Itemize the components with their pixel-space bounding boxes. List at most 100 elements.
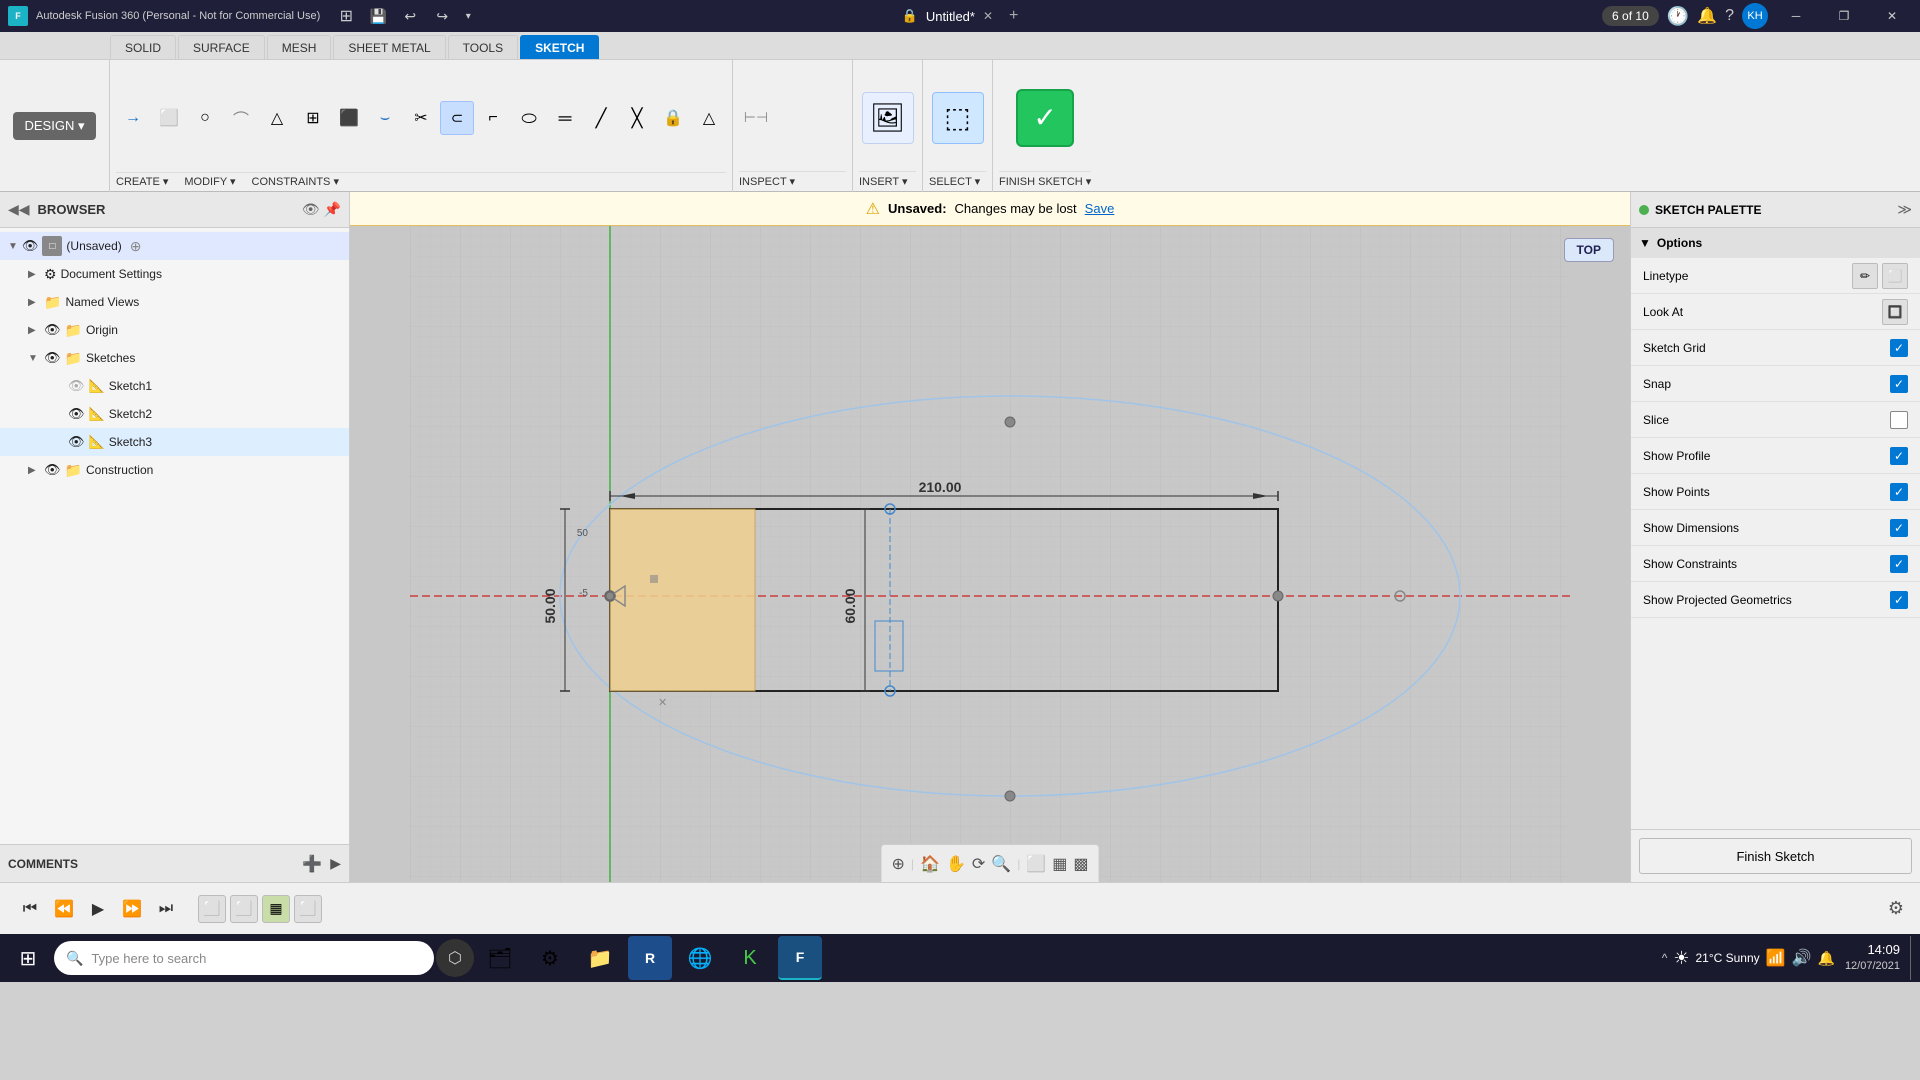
tree-item-sketches[interactable]: ▼ 👁 📁 Sketches: [0, 344, 349, 372]
cross-tool[interactable]: ⊞: [296, 101, 330, 135]
tab-tools[interactable]: TOOLS: [448, 35, 518, 59]
linetype-toggle-btn[interactable]: ⬜: [1882, 263, 1908, 289]
tree-item-sketch2[interactable]: 👁 📐 Sketch2: [0, 400, 349, 428]
sp-show-projected-checkbox[interactable]: ✓: [1890, 591, 1908, 609]
pan-btn[interactable]: ✋: [946, 854, 966, 874]
add-comment-btn[interactable]: ➕: [302, 854, 322, 874]
browser-pin-btn[interactable]: 📌: [324, 201, 341, 218]
notification-btn[interactable]: 🔔: [1697, 6, 1717, 26]
arc-tool[interactable]: ⌒: [224, 101, 258, 135]
clock-btn[interactable]: 🕐: [1667, 6, 1689, 27]
search-bar[interactable]: 🔍 Type here to search: [54, 941, 434, 975]
timeline-settings-btn[interactable]: ⚙: [1888, 898, 1904, 919]
rectangle-tool[interactable]: ⬜: [152, 101, 186, 135]
taskbar-app-chrome[interactable]: 🌐: [678, 936, 722, 980]
dimension-tool[interactable]: ⊢⊣: [739, 101, 773, 135]
taskbar-app-folder[interactable]: 📁: [578, 936, 622, 980]
sp-slice-checkbox[interactable]: [1890, 411, 1908, 429]
grid-btn[interactable]: ⊞: [332, 2, 360, 30]
select-dropdown[interactable]: SELECT ▾: [929, 175, 980, 188]
taskbar-app-file-explorer[interactable]: 🗂: [478, 936, 522, 980]
save-link-btn[interactable]: Save: [1085, 201, 1115, 216]
modify-dropdown[interactable]: MODIFY ▾: [184, 175, 235, 188]
tab-solid[interactable]: SOLID: [110, 35, 176, 59]
tl-icon-4[interactable]: ⬜: [294, 895, 322, 923]
line2-tool[interactable]: ╱: [584, 101, 618, 135]
design-button[interactable]: DESIGN ▾: [13, 112, 97, 140]
start-btn[interactable]: ⊞: [4, 934, 52, 982]
undo-btn[interactable]: ↩: [396, 2, 424, 30]
select-tool[interactable]: ⬚: [932, 92, 984, 144]
visual-style-btn[interactable]: ▩: [1073, 854, 1088, 874]
sp-show-profile-checkbox[interactable]: ✓: [1890, 447, 1908, 465]
linetype-edit-btn[interactable]: ✏: [1852, 263, 1878, 289]
create-dropdown[interactable]: CREATE ▾: [116, 175, 168, 188]
trim-tool[interactable]: ✂: [404, 101, 438, 135]
taskbar-app-rar[interactable]: R: [628, 936, 672, 980]
tree-item-sketch1[interactable]: 👁 📐 Sketch1: [0, 372, 349, 400]
counter-btn[interactable]: 6 of 10: [1602, 6, 1659, 26]
pivot-btn[interactable]: ⊕: [892, 854, 905, 874]
tab-surface[interactable]: SURFACE: [178, 35, 265, 59]
comments-expand-btn[interactable]: ▶: [330, 855, 341, 872]
cross2-tool[interactable]: ╳: [620, 101, 654, 135]
equal-tool[interactable]: ═: [548, 101, 582, 135]
tray-network-btn[interactable]: 📶: [1766, 948, 1786, 968]
tree-item-origin[interactable]: ▶ 👁 📁 Origin: [0, 316, 349, 344]
tree-item-doc-settings[interactable]: ▶ ⚙ Document Settings: [0, 260, 349, 288]
finish-sketch-ribbon-btn[interactable]: ✓: [1016, 89, 1074, 147]
pb-last-btn[interactable]: ⏭: [152, 895, 180, 923]
tab-sketch[interactable]: SKETCH: [520, 35, 599, 59]
sp-snap-checkbox[interactable]: ✓: [1890, 375, 1908, 393]
taskbar-app-fusion[interactable]: F: [778, 936, 822, 980]
tl-icon-3[interactable]: ▦: [262, 895, 290, 923]
warn-tool[interactable]: △: [692, 101, 726, 135]
canvas-area[interactable]: ⚠ Unsaved: Changes may be lost Save: [350, 192, 1630, 882]
tree-item-sketch3[interactable]: 👁 📐 Sketch3: [0, 428, 349, 456]
help-btn[interactable]: ?: [1725, 7, 1734, 25]
tl-icon-2[interactable]: ⬜: [230, 895, 258, 923]
finish-sketch-dropdown[interactable]: FINISH SKETCH ▾: [999, 175, 1091, 188]
fillet-tool[interactable]: ⌐: [476, 101, 510, 135]
tray-notification-btn[interactable]: 🔔: [1818, 950, 1835, 967]
close-tab-btn[interactable]: ✕: [983, 9, 993, 23]
display-mode-btn[interactable]: ⬜: [1026, 854, 1046, 874]
new-tab-btn[interactable]: +: [1009, 7, 1018, 25]
show-desktop-btn[interactable]: [1910, 936, 1916, 980]
taskbar-app-settings[interactable]: ⚙: [528, 936, 572, 980]
task-view-btn[interactable]: ⬡: [436, 939, 474, 977]
tab-sheet-metal[interactable]: SHEET METAL: [333, 35, 445, 59]
tl-icon-1[interactable]: ⬜: [198, 895, 226, 923]
insert-image-btn[interactable]: 🖼: [862, 92, 914, 144]
constraints-dropdown[interactable]: CONSTRAINTS ▾: [252, 175, 339, 188]
tree-item-construction[interactable]: ▶ 👁 📁 Construction: [0, 456, 349, 484]
sp-show-constraints-checkbox[interactable]: ✓: [1890, 555, 1908, 573]
view-cube[interactable]: TOP: [1564, 238, 1614, 262]
sp-expand-btn[interactable]: ≫: [1897, 201, 1912, 218]
finish-sketch-palette-btn[interactable]: Finish Sketch: [1639, 838, 1912, 874]
look-at-btn[interactable]: 🔲: [1882, 299, 1908, 325]
insert-dropdown[interactable]: INSERT ▾: [859, 175, 908, 188]
save-btn[interactable]: 💾: [364, 2, 392, 30]
pb-next-btn[interactable]: ⏩: [118, 895, 146, 923]
sp-options-section[interactable]: ▼ Options: [1631, 228, 1920, 258]
ellipse-tool[interactable]: ⬭: [512, 101, 546, 135]
browser-eye-btn[interactable]: 👁: [302, 201, 320, 218]
tree-item-named-views[interactable]: ▶ 📁 Named Views: [0, 288, 349, 316]
minimize-btn[interactable]: ─: [1776, 0, 1816, 32]
offset-tool[interactable]: ⊂: [440, 101, 474, 135]
tree-item-unsaved[interactable]: ▼ 👁 □ (Unsaved) ⊕: [0, 232, 349, 260]
redo-btn[interactable]: ↪: [428, 2, 456, 30]
sp-show-dimensions-checkbox[interactable]: ✓: [1890, 519, 1908, 537]
grid-display-btn[interactable]: ▦: [1052, 854, 1067, 874]
browser-collapse-btn[interactable]: ◀◀: [8, 201, 30, 218]
orbit-btn[interactable]: ⟳: [972, 854, 985, 874]
maximize-btn[interactable]: ❐: [1824, 0, 1864, 32]
zoom-btn[interactable]: 🔍: [991, 854, 1011, 874]
point-tool[interactable]: ⬛: [332, 101, 366, 135]
close-window-btn[interactable]: ✕: [1872, 0, 1912, 32]
tray-volume-btn[interactable]: 🔊: [1792, 948, 1812, 968]
line-tool[interactable]: →: [116, 101, 150, 135]
user-avatar[interactable]: KH: [1742, 3, 1768, 29]
sp-sketch-grid-checkbox[interactable]: ✓: [1890, 339, 1908, 357]
